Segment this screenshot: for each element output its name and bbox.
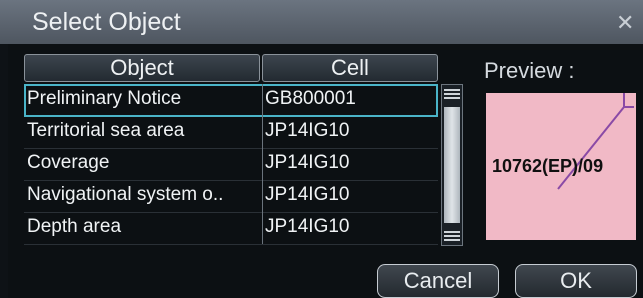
cell-id: JP14IG10: [262, 116, 439, 148]
cancel-button[interactable]: Cancel: [377, 264, 499, 298]
scroll-up-icon[interactable]: [444, 87, 460, 101]
column-header-object[interactable]: Object: [24, 54, 260, 82]
object-table: Object Cell Preliminary Notice GB800001 …: [24, 54, 438, 246]
dialog-title: Select Object: [32, 8, 181, 36]
cell-id: JP14IG10: [262, 212, 439, 244]
preview-label: Preview :: [484, 58, 575, 83]
table-row[interactable]: Navigational system o.. JP14IG10: [24, 180, 438, 213]
object-name: Territorial sea area: [27, 120, 185, 141]
cell-id: JP14IG10: [262, 180, 439, 212]
scroll-down-icon[interactable]: [444, 229, 460, 243]
ok-button[interactable]: OK: [515, 264, 637, 298]
cell-id: JP14IG10: [262, 148, 439, 180]
object-name: Preliminary Notice: [27, 88, 182, 109]
table-row[interactable]: Preliminary Notice GB800001: [24, 84, 438, 117]
table-row[interactable]: Coverage JP14IG10: [24, 148, 438, 181]
preview-chart-label: 10762(EP)/09: [492, 156, 604, 176]
preview-pane: 10762(EP)/09: [486, 93, 636, 240]
cell-id: GB800001: [262, 84, 439, 116]
preview-boundary-line: [623, 93, 634, 108]
object-name: Navigational system o..: [27, 184, 224, 205]
title-bar: Select Object ✕: [0, 0, 643, 44]
object-name: Coverage: [27, 152, 110, 173]
object-name: Depth area: [27, 216, 122, 237]
table-scrollbar[interactable]: [441, 84, 463, 246]
table-row[interactable]: Depth area JP14IG10: [24, 212, 438, 245]
column-header-cell[interactable]: Cell: [262, 54, 438, 82]
table-row[interactable]: Territorial sea area JP14IG10: [24, 116, 438, 149]
close-icon[interactable]: ✕: [616, 10, 634, 36]
scrollbar-thumb[interactable]: [444, 107, 460, 223]
